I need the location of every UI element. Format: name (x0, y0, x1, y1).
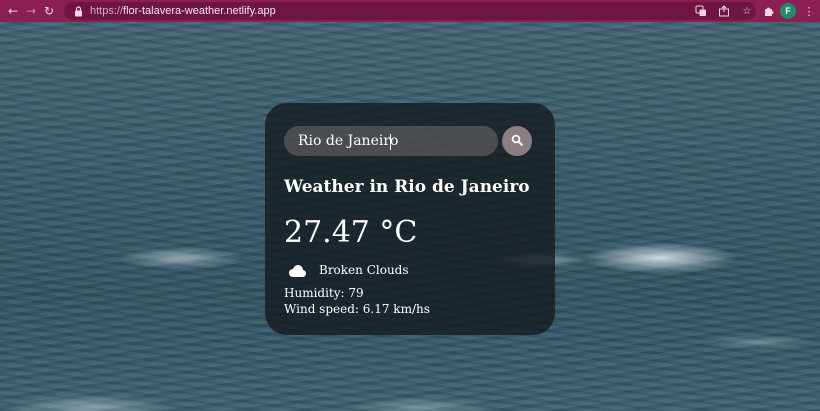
wind-speed: Wind speed: 6.17 km/hs (284, 302, 430, 316)
back-arrow-icon[interactable]: ← (4, 2, 22, 20)
search-icon (511, 134, 523, 149)
condition-row: Broken Clouds (287, 262, 409, 278)
translate-icon[interactable] (692, 2, 710, 20)
profile-avatar[interactable]: F (780, 3, 796, 19)
text-caret (390, 134, 391, 150)
cloud-icon (287, 263, 307, 277)
address-bar-actions: ☆ (687, 2, 756, 20)
temperature: 27.47 °C (284, 215, 418, 250)
url-host: flor-talavera-weather.netlify.app (123, 5, 276, 17)
extensions-puzzle-icon[interactable] (760, 2, 778, 20)
bookmark-star-icon[interactable]: ☆ (738, 2, 756, 20)
weather-card: Weather in Rio de Janeiro 27.47 °C Broke… (265, 103, 555, 335)
forward-arrow-icon[interactable]: → (22, 2, 40, 20)
condition-text: Broken Clouds (319, 263, 409, 277)
menu-kebab-icon[interactable]: ⋮ (800, 2, 818, 20)
browser-toolbar: ← → ↻ https://flor-talavera-weather.netl… (0, 0, 820, 22)
lock-icon[interactable] (72, 5, 84, 17)
reload-icon[interactable]: ↻ (40, 2, 58, 20)
city-search-input[interactable] (284, 126, 498, 156)
share-icon[interactable] (715, 2, 733, 20)
search-button[interactable] (502, 126, 532, 156)
humidity: Humidity: 79 (284, 286, 364, 300)
url-scheme: https:// (90, 5, 124, 17)
address-url[interactable]: https://flor-talavera-weather.netlify.ap… (90, 5, 276, 17)
address-bar[interactable]: https://flor-talavera-weather.netlify.ap… (64, 2, 756, 20)
weather-title: Weather in Rio de Janeiro (284, 177, 530, 197)
